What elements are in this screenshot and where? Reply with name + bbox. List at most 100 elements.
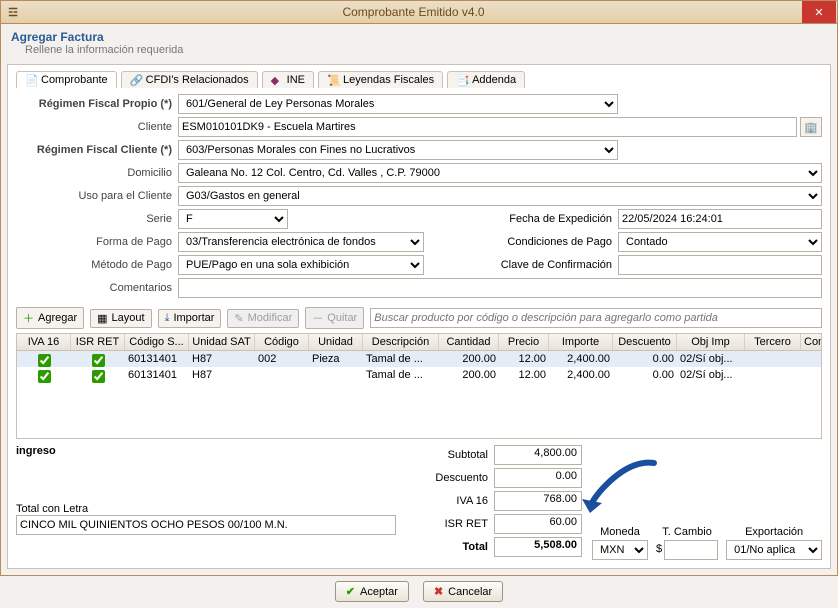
quitar-button: －Quitar [305, 307, 364, 329]
building-icon: 🏢 [804, 121, 818, 134]
tab-addenda[interactable]: 📑Addenda [447, 71, 525, 88]
cond-select[interactable]: Contado [618, 232, 822, 252]
domicilio-select[interactable]: Galeana No. 12 Col. Centro, Cd. Valles ,… [178, 163, 822, 183]
import-icon: ⤓ [165, 312, 170, 325]
page-title: Agregar Factura [11, 30, 827, 44]
descuento-value: 0.00 [494, 468, 582, 488]
uso-select[interactable]: G03/Gastos en general [178, 186, 822, 206]
col-codsat[interactable]: Código S... [125, 334, 189, 350]
window-title: Comprobante Emitido v4.0 [25, 5, 802, 19]
isr-value: 60.00 [494, 514, 582, 534]
col-unidadsat[interactable]: Unidad SAT [189, 334, 255, 350]
isr-label: ISR RET [408, 518, 488, 530]
col-precio[interactable]: Precio [499, 334, 549, 350]
regimen-cliente-select[interactable]: 603/Personas Morales con Fines no Lucrat… [178, 140, 618, 160]
titlebar: ☲ Comprobante Emitido v4.0 ✕ [1, 1, 837, 24]
grid-header: IVA 16 ISR RET Código S... Unidad SAT Có… [17, 334, 821, 351]
app-window: ☲ Comprobante Emitido v4.0 ✕ Agregar Fac… [0, 0, 838, 576]
regimen-cliente-label: Régimen Fiscal Cliente (*) [16, 144, 178, 156]
uso-label: Uso para el Cliente [16, 190, 178, 202]
tipo-comprobante: ingreso [16, 445, 408, 457]
close-button[interactable]: ✕ [802, 1, 836, 23]
moneda-label: Moneda [592, 526, 648, 538]
page-subtitle: Rellene la información requerida [25, 44, 827, 56]
col-tercero[interactable]: Tercero [745, 334, 801, 350]
clave-input[interactable] [618, 255, 822, 275]
descuento-label: Descuento [408, 472, 488, 484]
col-descuento[interactable]: Descuento [613, 334, 677, 350]
document-icon: 📄 [25, 74, 37, 86]
fecha-input[interactable] [618, 209, 822, 229]
isr-checkbox[interactable] [92, 354, 105, 367]
tcambio-input[interactable] [664, 540, 718, 560]
modificar-button: ✎Modificar [227, 309, 299, 328]
minus-icon: － [312, 310, 323, 326]
tcambio-label: T. Cambio [656, 526, 718, 538]
regimen-propio-label: Régimen Fiscal Propio (*) [16, 98, 178, 110]
tab-cfdis[interactable]: 🔗CFDI's Relacionados [121, 71, 258, 88]
iva-value: 768.00 [494, 491, 582, 511]
fecha-label: Fecha de Expedición [484, 213, 618, 225]
regimen-propio-select[interactable]: 601/General de Ley Personas Morales [178, 94, 618, 114]
col-importe[interactable]: Importe [549, 334, 613, 350]
tab-comprobante[interactable]: 📄Comprobante [16, 71, 117, 88]
total-value: 5,508.00 [494, 537, 582, 557]
subtotal-value: 4,800.00 [494, 445, 582, 465]
col-comenta[interactable]: Comenta... [801, 334, 822, 350]
tab-leyendas[interactable]: 📜Leyendas Fiscales [318, 71, 443, 88]
diamond-icon: ◆ [271, 74, 283, 86]
grid-toolbar: ＋Agregar ▦Layout ⤓Importar ✎Modificar －Q… [16, 307, 822, 329]
total-letra-input[interactable] [16, 515, 396, 535]
agregar-button[interactable]: ＋Agregar [16, 307, 84, 329]
cond-label: Condiciones de Pago [484, 236, 618, 248]
cliente-label: Cliente [16, 121, 178, 133]
iva-checkbox[interactable] [38, 354, 51, 367]
search-input[interactable] [370, 308, 822, 328]
isr-checkbox[interactable] [92, 370, 105, 383]
check-icon: ✔ [346, 585, 355, 598]
subtotal-label: Subtotal [408, 449, 488, 461]
annotation-arrow [576, 455, 666, 525]
iva-label: IVA 16 [408, 495, 488, 507]
footer: ✔Aceptar ✖Cancelar [1, 575, 837, 608]
col-cantidad[interactable]: Cantidad [439, 334, 499, 350]
total-letra-label: Total con Letra [16, 503, 408, 515]
importar-button[interactable]: ⤓Importar [158, 309, 222, 328]
cancelar-button[interactable]: ✖Cancelar [423, 581, 503, 602]
plus-icon: ＋ [23, 310, 34, 326]
col-unidad[interactable]: Unidad [309, 334, 363, 350]
layout-icon: ▦ [97, 312, 107, 325]
tab-ine[interactable]: ◆INE [262, 71, 314, 88]
aceptar-button[interactable]: ✔Aceptar [335, 581, 409, 602]
layout-button[interactable]: ▦Layout [90, 309, 151, 328]
export-select[interactable]: 01/No aplica [726, 540, 822, 560]
moneda-select[interactable]: MXN [592, 540, 648, 560]
comentarios-label: Comentarios [16, 282, 178, 294]
clave-label: Clave de Confirmación [484, 259, 618, 271]
col-codigo[interactable]: Código [255, 334, 309, 350]
col-descripcion[interactable]: Descripción [363, 334, 439, 350]
currency-symbol: $ [656, 543, 662, 555]
col-iva[interactable]: IVA 16 [17, 334, 71, 350]
cliente-input[interactable] [178, 117, 797, 137]
export-label: Exportación [726, 526, 822, 538]
total-label: Total [408, 541, 488, 553]
iva-checkbox[interactable] [38, 370, 51, 383]
cliente-lookup-button[interactable]: 🏢 [800, 117, 822, 137]
col-isr[interactable]: ISR RET [71, 334, 125, 350]
domicilio-label: Domicilio [16, 167, 178, 179]
metodo-label: Método de Pago [16, 259, 178, 271]
app-icon: ☲ [1, 6, 25, 19]
pencil-icon: ✎ [234, 312, 243, 325]
serie-label: Serie [16, 213, 178, 225]
serie-select[interactable]: F [178, 209, 288, 229]
table-row[interactable]: 60131401H87002PiezaTamal de ...200.0012.… [17, 351, 821, 367]
col-objimp[interactable]: Obj Imp [677, 334, 745, 350]
table-row[interactable]: 60131401H87Tamal de ...200.0012.002,400.… [17, 367, 821, 383]
cancel-icon: ✖ [434, 585, 443, 598]
forma-label: Forma de Pago [16, 236, 178, 248]
comentarios-input[interactable] [178, 278, 822, 298]
metodo-select[interactable]: PUE/Pago en una sola exhibición [178, 255, 424, 275]
law-icon: 📜 [327, 74, 339, 86]
forma-select[interactable]: 03/Transferencia electrónica de fondos [178, 232, 424, 252]
